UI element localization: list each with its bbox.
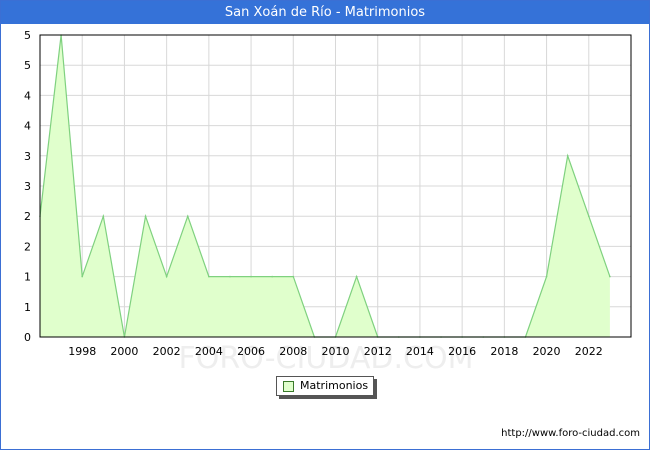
x-tick-label: 2010 bbox=[322, 345, 350, 358]
data-point bbox=[587, 215, 590, 217]
y-tick-label: 2 bbox=[24, 240, 31, 253]
x-tick-label: 2002 bbox=[153, 345, 181, 358]
legend-label: Matrimonios bbox=[300, 379, 369, 392]
data-point bbox=[609, 275, 611, 278]
data-point bbox=[165, 275, 168, 278]
y-tick-label: 3 bbox=[24, 180, 31, 193]
x-tick-labels: 1998 2000 2002 2004 2006 2008 2010 2012 2014 2016… bbox=[68, 345, 603, 358]
x-tick-label: 2008 bbox=[279, 345, 307, 358]
data-point bbox=[545, 275, 548, 278]
data-point bbox=[144, 215, 147, 217]
y-tick-label: 3 bbox=[24, 150, 31, 163]
legend-swatch bbox=[283, 381, 294, 392]
x-tick-label: 2020 bbox=[533, 345, 561, 358]
y-tick-labels: 0 1 1 2 2 3 3 4 4 5 5 bbox=[24, 29, 31, 344]
data-point bbox=[271, 275, 273, 278]
data-point bbox=[292, 275, 295, 278]
source-url: http://www.foro-ciudad.com bbox=[501, 428, 640, 439]
x-tick-label: 2012 bbox=[364, 345, 392, 358]
x-tick-label: 2016 bbox=[448, 345, 476, 358]
y-tick-label: 5 bbox=[24, 59, 31, 72]
y-tick-label: 1 bbox=[24, 271, 31, 284]
x-tick-label: 2006 bbox=[237, 345, 265, 358]
data-point bbox=[355, 275, 358, 278]
data-point bbox=[229, 275, 231, 278]
data-point bbox=[186, 215, 189, 217]
x-tick-label: 2022 bbox=[575, 345, 603, 358]
y-tick-label: 4 bbox=[24, 89, 31, 102]
y-tick-label: 0 bbox=[24, 331, 31, 344]
data-point bbox=[102, 215, 105, 217]
x-tick-label: 2004 bbox=[195, 345, 223, 358]
x-tick-label: 2000 bbox=[110, 345, 138, 358]
x-tick-label: 2018 bbox=[490, 345, 518, 358]
y-tick-label: 4 bbox=[24, 120, 31, 133]
data-point bbox=[250, 275, 252, 278]
x-tick-label: 1998 bbox=[68, 345, 96, 358]
data-point bbox=[208, 275, 210, 278]
y-tick-label: 2 bbox=[24, 210, 31, 223]
data-point bbox=[566, 155, 569, 157]
y-tick-label: 5 bbox=[24, 29, 31, 42]
y-tick-label: 1 bbox=[24, 301, 31, 314]
data-point bbox=[81, 275, 84, 278]
x-tick-label: 2014 bbox=[406, 345, 434, 358]
legend: Matrimonios bbox=[276, 376, 374, 396]
